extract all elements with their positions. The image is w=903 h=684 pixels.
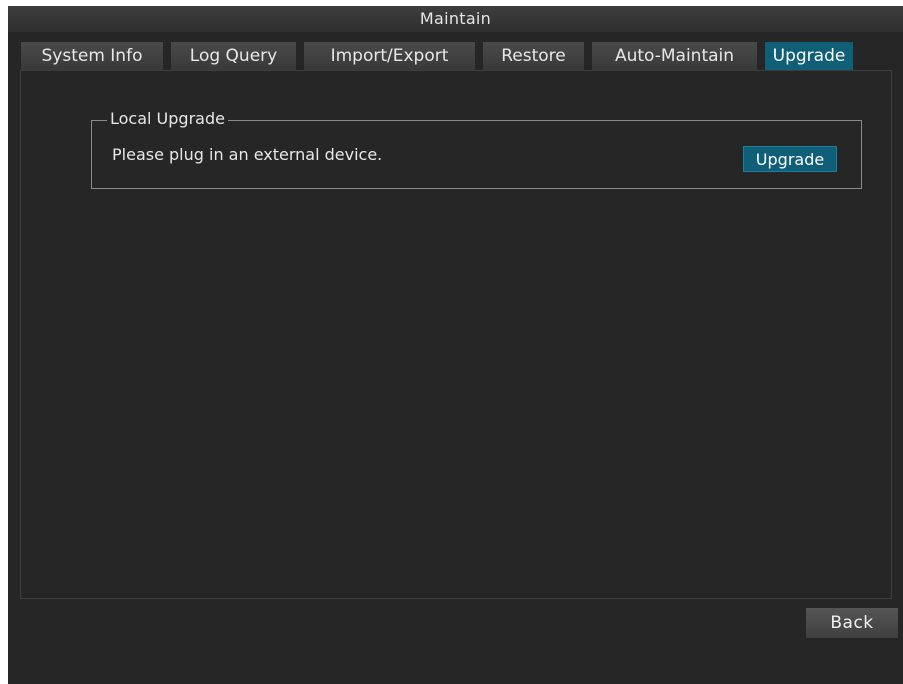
tab-log-query[interactable]: Log Query xyxy=(171,42,296,70)
external-device-message: Please plug in an external device. xyxy=(112,145,383,164)
local-upgrade-legend: Local Upgrade xyxy=(107,109,228,129)
local-upgrade-group: Local Upgrade Please plug in an external… xyxy=(91,109,862,189)
tab-import-export[interactable]: Import/Export xyxy=(304,42,475,70)
tab-system-info[interactable]: System Info xyxy=(21,42,163,70)
tab-bar: System Info Log Query Import/Export Rest… xyxy=(21,42,861,70)
tab-upgrade[interactable]: Upgrade xyxy=(765,42,853,70)
back-button[interactable]: Back xyxy=(806,608,898,638)
tab-auto-maintain[interactable]: Auto-Maintain xyxy=(592,42,757,70)
maintain-window: Maintain System Info Log Query Import/Ex… xyxy=(8,6,903,684)
tab-restore[interactable]: Restore xyxy=(483,42,584,70)
upgrade-button[interactable]: Upgrade xyxy=(743,146,837,172)
upgrade-panel: Local Upgrade Please plug in an external… xyxy=(20,70,892,599)
window-title: Maintain xyxy=(8,6,903,32)
